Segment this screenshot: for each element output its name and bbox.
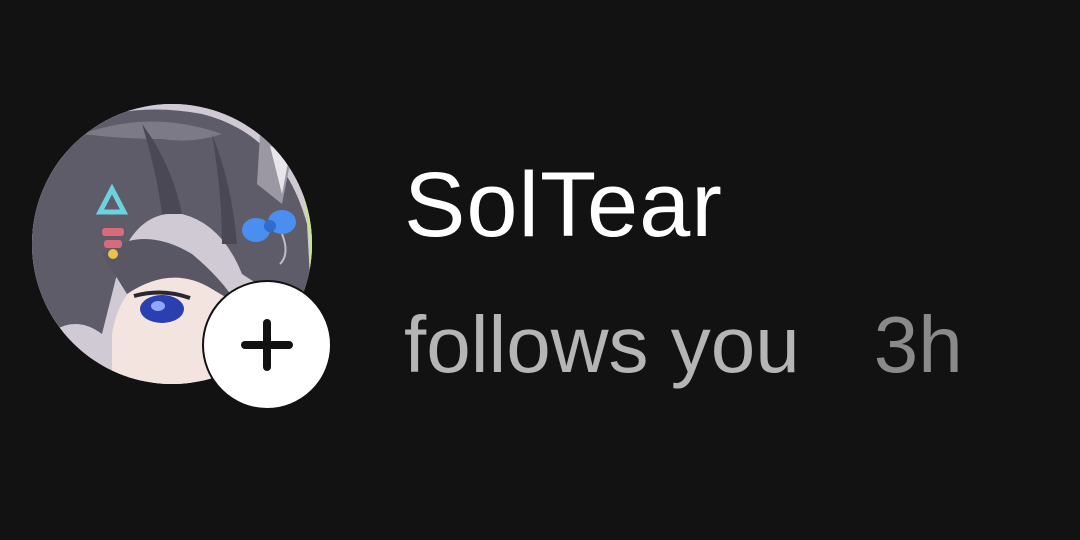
notification-text: SolTear follows you 3h [404, 150, 963, 413]
notification-meta: follows you 3h [404, 300, 963, 413]
notification-row[interactable]: SolTear follows you 3h [0, 0, 1080, 540]
username[interactable]: SolTear [404, 150, 963, 260]
follow-back-button[interactable] [202, 280, 332, 410]
activity-text: follows you [404, 300, 800, 389]
avatar-container [32, 104, 332, 410]
plus-icon [241, 319, 293, 371]
timestamp: 3h [873, 300, 963, 389]
